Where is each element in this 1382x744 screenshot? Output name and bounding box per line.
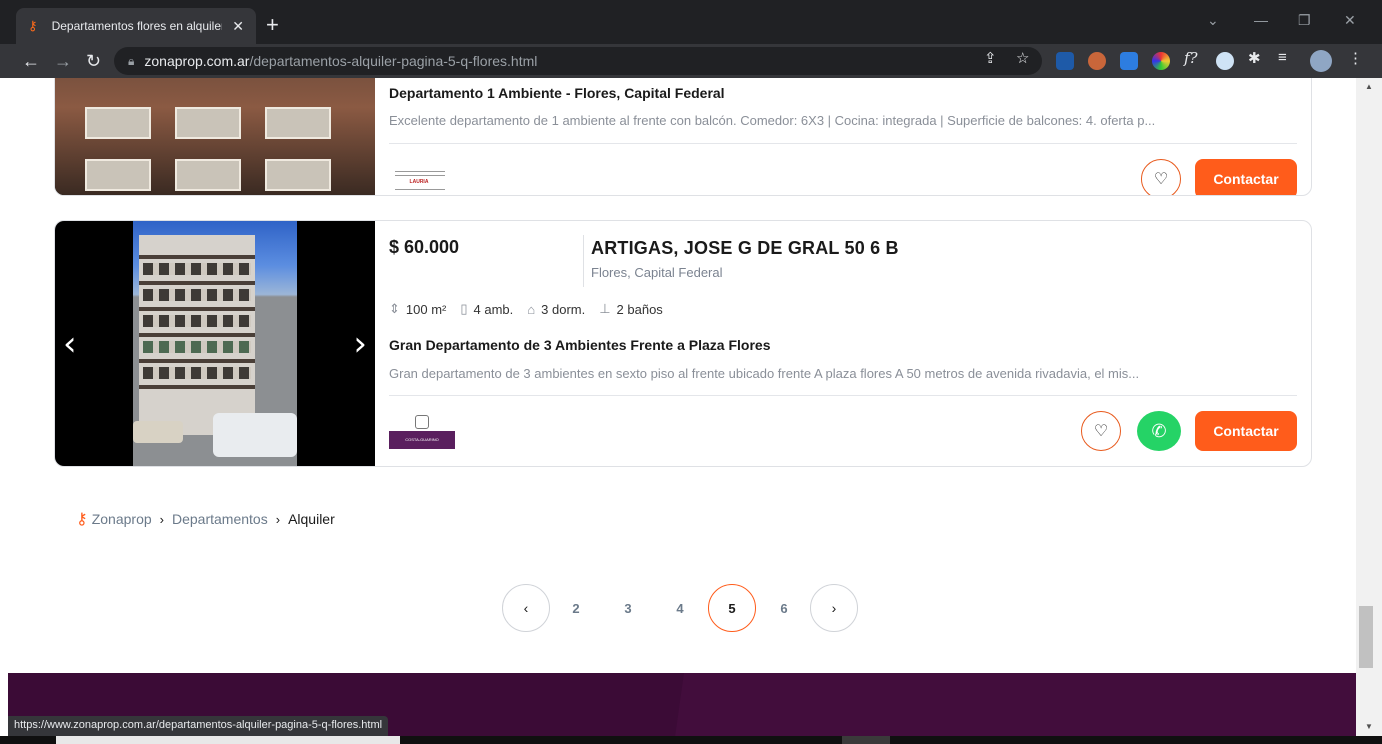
- minimize-icon[interactable]: —: [1254, 12, 1268, 28]
- color-picker-icon[interactable]: [1152, 52, 1170, 70]
- reading-list-icon[interactable]: ≡: [1278, 49, 1287, 66]
- page-link[interactable]: 2: [550, 601, 602, 616]
- feature-rooms: ▯ 4 amb.: [460, 301, 513, 317]
- close-tab-icon[interactable]: ✕: [232, 18, 244, 35]
- listing-description[interactable]: Gran departamento de 3 ambientes en sext…: [389, 366, 1189, 381]
- listing-photo[interactable]: [55, 78, 375, 195]
- feature-value: 4 amb.: [473, 301, 514, 317]
- chevron-right-icon: ›: [159, 511, 164, 527]
- divider: [389, 395, 1297, 396]
- page-scrollbar[interactable]: ▲ ▼: [1356, 78, 1382, 744]
- reload-icon[interactable]: ↻: [86, 50, 101, 72]
- close-window-icon[interactable]: ✕: [1344, 12, 1356, 29]
- breadcrumb: ⚷ Zonaprop › Departamentos › Alquiler: [76, 509, 335, 529]
- browser-tab[interactable]: ⚷ Departamentos flores en alquiler ✕: [16, 8, 256, 44]
- browser-tab-strip: ⚷ Departamentos flores en alquiler ✕ + ⌄…: [0, 0, 1382, 44]
- divider: [583, 235, 584, 287]
- feature-surface: ⇕ 100 m²: [389, 301, 446, 317]
- listing-card[interactable]: ‹ › $ 60.000 ARTIGAS, JOSE G DE GRAL 50 …: [54, 220, 1312, 467]
- feature-value: 2 baños: [616, 301, 663, 317]
- react-devtools-icon[interactable]: [1056, 52, 1074, 70]
- scroll-up-icon[interactable]: ▲: [1365, 82, 1373, 91]
- extension-window-icon[interactable]: [1120, 52, 1138, 70]
- agency-logo[interactable]: LAURIA: [389, 163, 451, 193]
- address-bar[interactable]: 🔒︎ zonaprop.com.ar /departamentos-alquil…: [114, 47, 1042, 75]
- browser-menu-icon[interactable]: ⋮: [1348, 49, 1363, 67]
- profile-avatar[interactable]: [1310, 50, 1332, 72]
- contact-button[interactable]: Contactar: [1195, 159, 1297, 195]
- contact-button[interactable]: Contactar: [1195, 411, 1297, 451]
- divider: [389, 143, 1297, 144]
- page-link[interactable]: 6: [758, 601, 810, 616]
- browser-toolbar: ← → ↻ 🔒︎ zonaprop.com.ar /departamentos-…: [0, 44, 1382, 78]
- tab-search-icon[interactable]: ⌄: [1207, 12, 1219, 29]
- zonaprop-key-icon: ⚷: [76, 511, 88, 528]
- listing-address[interactable]: ARTIGAS, JOSE G DE GRAL 50 6 B: [591, 238, 899, 259]
- listing-photo[interactable]: ‹ ›: [55, 221, 375, 466]
- url-path: /departamentos-alquiler-pagina-5-q-flore…: [249, 53, 538, 69]
- rooms-icon: ▯: [460, 301, 468, 316]
- link-status-bar: https://www.zonaprop.com.ar/departamento…: [8, 716, 389, 736]
- scrollbar-thumb[interactable]: [1359, 606, 1373, 668]
- font-inspector-icon[interactable]: f?: [1184, 49, 1198, 67]
- extension-owl-icon[interactable]: [1088, 52, 1106, 70]
- current-page[interactable]: 5: [708, 584, 756, 632]
- forward-icon[interactable]: →: [54, 50, 72, 72]
- heart-icon: ♡: [1093, 423, 1109, 440]
- bed-icon: ⌂: [527, 301, 536, 317]
- bookmark-star-icon[interactable]: ☆: [1016, 49, 1029, 67]
- restore-icon[interactable]: ❐: [1298, 12, 1311, 29]
- feature-value: 3 dorm.: [541, 301, 586, 317]
- listing-info: Departamento 1 Ambiente - Flores, Capita…: [389, 78, 1297, 195]
- listing-card[interactable]: Departamento 1 Ambiente - Flores, Capita…: [54, 78, 1312, 196]
- feature-bathrooms: ⊥ 2 baños: [599, 301, 663, 317]
- photo-next-icon[interactable]: ›: [353, 327, 367, 361]
- url-host: zonaprop.com.ar: [144, 53, 250, 69]
- new-tab-button[interactable]: +: [266, 12, 279, 38]
- listing-features: ⇕ 100 m² ▯ 4 amb. ⌂ 3 dorm. ⊥ 2 baños: [389, 301, 677, 317]
- lock-icon[interactable]: 🔒︎: [128, 54, 134, 69]
- breadcrumb-zonaprop[interactable]: Zonaprop: [92, 511, 152, 527]
- page-viewport: Departamento 1 Ambiente - Flores, Capita…: [0, 78, 1356, 744]
- back-icon[interactable]: ←: [22, 50, 40, 72]
- surface-icon: ⇕: [389, 301, 400, 316]
- scroll-down-icon[interactable]: ▼: [1365, 722, 1373, 731]
- agency-emblem-icon: [415, 415, 429, 429]
- favorite-button[interactable]: ♡: [1141, 159, 1181, 195]
- feature-bedrooms: ⌂ 3 dorm.: [527, 302, 585, 317]
- listing-title[interactable]: Departamento 1 Ambiente - Flores, Capita…: [389, 85, 725, 101]
- listing-title[interactable]: Gran Departamento de 3 Ambientes Frente …: [389, 337, 771, 353]
- building-photo: [55, 78, 375, 195]
- pagination: ‹ 2 3 4 5 6 ›: [502, 584, 858, 632]
- tab-title: Departamentos flores en alquiler: [51, 19, 223, 33]
- feature-value: 100 m²: [405, 301, 447, 317]
- breadcrumb-alquiler: Alquiler: [288, 511, 335, 527]
- favorite-button[interactable]: ♡: [1081, 411, 1121, 451]
- agency-logo-text: LAURIA: [409, 179, 429, 185]
- page-link[interactable]: 4: [654, 601, 706, 616]
- os-taskbar: [0, 736, 1382, 744]
- whatsapp-button[interactable]: ✆: [1137, 411, 1181, 451]
- breadcrumb-departamentos[interactable]: Departamentos: [172, 511, 268, 527]
- next-page-button[interactable]: ›: [810, 584, 858, 632]
- listing-location: Flores, Capital Federal: [591, 265, 723, 280]
- agency-logo[interactable]: COSTA-GUARINO: [389, 415, 455, 451]
- zonaprop-key-icon: ⚷: [28, 18, 38, 33]
- chevron-right-icon: ›: [275, 511, 281, 527]
- whatsapp-icon: ✆: [1151, 420, 1167, 441]
- listing-description[interactable]: Excelente departamento de 1 ambiente al …: [389, 113, 1189, 128]
- heart-icon: ♡: [1153, 171, 1169, 188]
- prev-page-button[interactable]: ‹: [502, 584, 550, 632]
- extensions-puzzle-icon[interactable]: ✱: [1248, 49, 1261, 67]
- extension-ring-icon[interactable]: [1216, 52, 1234, 70]
- page-link[interactable]: 3: [602, 601, 654, 616]
- listing-info: $ 60.000 ARTIGAS, JOSE G DE GRAL 50 6 B …: [389, 221, 1297, 466]
- agency-logo-text: COSTA-GUARINO: [389, 431, 455, 449]
- building-photo: [133, 221, 297, 466]
- photo-prev-icon[interactable]: ‹: [63, 327, 77, 361]
- bath-icon: ⊥: [599, 301, 611, 316]
- listing-price[interactable]: $ 60.000: [389, 237, 459, 258]
- share-icon[interactable]: ⇪: [984, 49, 997, 67]
